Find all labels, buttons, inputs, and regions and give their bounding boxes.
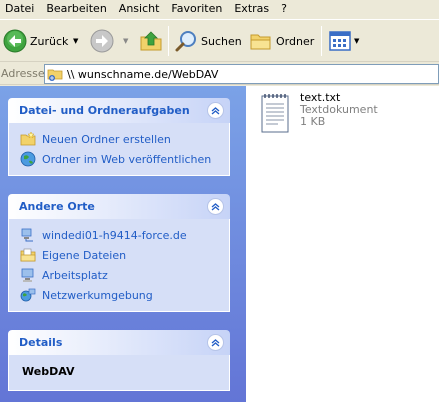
file-item[interactable]: text.txt Textdokument 1 KB xyxy=(258,92,378,136)
network-places-icon xyxy=(20,288,36,302)
folders-label: Ordner xyxy=(276,34,315,48)
collapse-icon[interactable] xyxy=(207,334,224,351)
panel-title: Datei- und Ordneraufgaben xyxy=(19,104,190,117)
my-computer-link[interactable]: Arbeitsplatz xyxy=(20,265,229,285)
address-field[interactable]: \\ wunschname.de/WebDAV xyxy=(44,64,439,84)
views-icon xyxy=(329,31,351,51)
search-label: Suchen xyxy=(201,34,242,48)
new-folder-link[interactable]: Neuen Ordner erstellen xyxy=(20,129,229,149)
views-button[interactable] xyxy=(328,23,352,59)
menu-datei[interactable]: Datei xyxy=(0,0,40,18)
forward-dropdown-icon[interactable]: ▼ xyxy=(123,37,128,45)
my-documents-label: Eigene Dateien xyxy=(42,248,127,262)
address-bar: Adresse \\ wunschname.de/WebDAV xyxy=(0,63,439,85)
panel-title: Andere Orte xyxy=(19,200,95,213)
collapse-icon[interactable] xyxy=(207,198,224,215)
my-documents-link[interactable]: Eigene Dateien xyxy=(20,245,229,265)
server-icon xyxy=(21,228,33,242)
views-dropdown-icon[interactable]: ▼ xyxy=(354,37,359,45)
server-link[interactable]: windedi01-h9414-force.de xyxy=(20,225,229,245)
network-places-label: Netzwerkumgebung xyxy=(42,288,153,302)
up-folder-icon xyxy=(140,31,162,51)
panel-body: Neuen Ordner erstellen Ordner im Web ver… xyxy=(8,123,230,176)
forward-arrow-icon xyxy=(90,29,114,53)
toolbar-separator xyxy=(168,26,169,56)
address-label: Adresse xyxy=(1,67,45,80)
panel-header[interactable]: Andere Orte xyxy=(8,194,230,219)
toolbar: Zurück ▼ ▼ Suchen Ordner ▼ xyxy=(0,19,439,62)
forward-button[interactable] xyxy=(90,23,114,59)
new-folder-label: Neuen Ordner erstellen xyxy=(42,132,171,146)
folders-icon xyxy=(250,34,271,50)
text-document-icon xyxy=(261,94,289,133)
toolbar-separator xyxy=(321,26,322,56)
search-button[interactable]: Suchen xyxy=(174,23,242,59)
back-dropdown-icon[interactable]: ▼ xyxy=(73,37,78,45)
my-documents-icon xyxy=(20,248,36,262)
address-value: \\ wunschname.de/WebDAV xyxy=(67,67,219,81)
menu-bearbeiten[interactable]: Bearbeiten xyxy=(40,0,112,18)
my-computer-icon xyxy=(21,268,34,282)
up-folder-button[interactable] xyxy=(139,23,163,59)
menu-help[interactable]: ? xyxy=(275,0,293,18)
panel-body: windedi01-h9414-force.de Eigene Dateien … xyxy=(8,219,230,312)
menu-bar: Datei Bearbeiten Ansicht Favoriten Extra… xyxy=(0,0,439,18)
panel-title: Details xyxy=(19,336,63,349)
file-size: 1 KB xyxy=(300,115,326,128)
publish-web-link[interactable]: Ordner im Web veröffentlichen xyxy=(20,149,229,169)
back-arrow-icon xyxy=(3,29,27,53)
search-icon xyxy=(175,31,196,52)
panel-body: WebDAV xyxy=(8,355,230,391)
new-folder-icon xyxy=(20,131,36,146)
menu-favoriten[interactable]: Favoriten xyxy=(165,0,228,18)
menu-ansicht[interactable]: Ansicht xyxy=(113,0,166,18)
other-places-panel: Andere Orte windedi01-h9414-force.de Eig… xyxy=(8,194,230,312)
network-folder-icon xyxy=(47,69,63,81)
collapse-icon[interactable] xyxy=(207,102,224,119)
file-list-view: text.txt Textdokument 1 KB xyxy=(246,86,439,402)
panel-header[interactable]: Details xyxy=(8,330,230,355)
folders-button[interactable]: Ordner xyxy=(249,23,314,59)
details-panel: Details WebDAV xyxy=(8,330,230,391)
network-places-link[interactable]: Netzwerkumgebung xyxy=(20,285,229,305)
task-pane: Datei- und Ordneraufgaben Neuen Ordner e… xyxy=(0,86,246,402)
my-computer-label: Arbeitsplatz xyxy=(42,268,108,282)
server-label: windedi01-h9414-force.de xyxy=(42,228,187,242)
file-folder-tasks-panel: Datei- und Ordneraufgaben Neuen Ordner e… xyxy=(8,98,230,176)
panel-header[interactable]: Datei- und Ordneraufgaben xyxy=(8,98,230,123)
back-label: Zurück xyxy=(30,34,69,48)
globe-icon xyxy=(20,151,36,167)
menu-extras[interactable]: Extras xyxy=(228,0,275,18)
details-folder-name: WebDAV xyxy=(22,365,75,378)
back-button[interactable]: Zurück xyxy=(3,23,68,59)
publish-web-label: Ordner im Web veröffentlichen xyxy=(42,152,212,166)
